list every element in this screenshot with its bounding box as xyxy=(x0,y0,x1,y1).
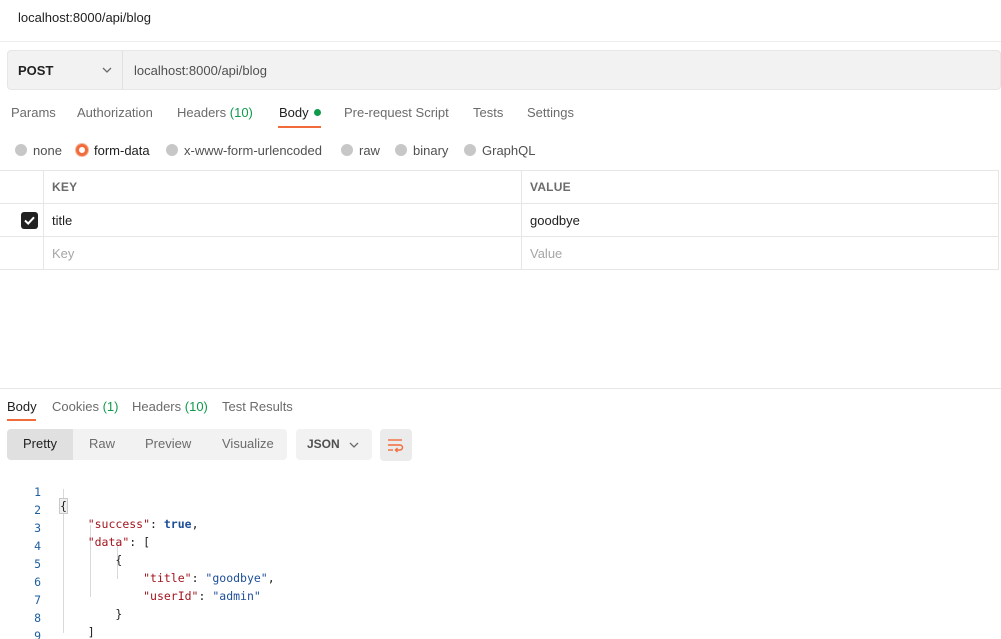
headers-count: (10) xyxy=(229,105,253,120)
method-label: POST xyxy=(18,63,54,78)
view-pretty-label: Pretty xyxy=(23,436,57,451)
chevron-down-icon xyxy=(102,67,112,73)
tab-authorization[interactable]: Authorization xyxy=(77,105,153,120)
code-line: 7 } xyxy=(0,579,600,621)
view-raw-button[interactable]: Raw xyxy=(73,429,129,460)
tab-settings[interactable]: Settings xyxy=(527,105,574,120)
tab-tests[interactable]: Tests xyxy=(473,105,503,120)
row-key: title xyxy=(52,213,73,228)
form-data-table: KEY VALUE title goodbye Key Value xyxy=(0,170,999,270)
value-placeholder: Value xyxy=(530,246,563,261)
format-label: JSON xyxy=(307,437,340,451)
view-preview-button[interactable]: Preview xyxy=(129,429,207,460)
radio-raw-label: raw xyxy=(359,143,380,158)
response-tab-headers[interactable]: Headers (10) xyxy=(132,399,208,414)
key-header-label: KEY xyxy=(52,180,78,194)
radio-graphql-label: GraphQL xyxy=(482,143,536,158)
body-type-radios: none form-data x-www-form-urlencoded raw… xyxy=(0,140,600,160)
view-visualize-button[interactable]: Visualize xyxy=(207,429,287,460)
table-row: title goodbye xyxy=(0,204,999,237)
radio-graphql[interactable]: GraphQL xyxy=(464,143,535,158)
radio-binary-label: binary xyxy=(413,143,449,158)
view-preview-label: Preview xyxy=(145,436,192,451)
tab-body-label: Body xyxy=(279,105,309,120)
checkbox-checked-icon[interactable] xyxy=(21,212,38,229)
window-title-bar: localhost:8000/api/blog xyxy=(0,0,1001,42)
response-tab-cookies[interactable]: Cookies (1) xyxy=(52,399,118,414)
line-number: 9 xyxy=(34,629,41,639)
format-select[interactable]: JSON xyxy=(296,429,372,460)
row-checkbox-cell xyxy=(0,204,44,237)
key-col-header: KEY xyxy=(44,171,522,204)
radio-none-label: none xyxy=(33,143,62,158)
wrap-lines-icon xyxy=(388,439,404,453)
tab-params[interactable]: Params xyxy=(11,105,56,120)
response-active-underline xyxy=(7,419,36,421)
key-placeholder: Key xyxy=(52,246,75,261)
view-mode-group: Pretty Raw Preview Visualize xyxy=(7,429,287,460)
radio-binary[interactable]: binary xyxy=(395,143,448,158)
checkbox-col-header xyxy=(0,171,44,204)
code-line: 4 { xyxy=(0,525,600,567)
url-input[interactable]: localhost:8000/api/blog xyxy=(134,63,267,78)
radio-raw[interactable]: raw xyxy=(341,143,380,158)
table-row-empty: Key Value xyxy=(0,237,999,270)
value-col-header: VALUE xyxy=(522,171,999,204)
value-cell[interactable]: goodbye xyxy=(522,204,999,237)
table-header-row: KEY VALUE xyxy=(0,171,999,204)
window-title: localhost:8000/api/blog xyxy=(18,10,151,25)
key-cell[interactable]: title xyxy=(44,204,522,237)
response-headers-count: (10) xyxy=(184,399,208,414)
radio-urlencoded-dot xyxy=(166,144,178,156)
view-raw-label: Raw xyxy=(89,436,116,451)
view-visualize-label: Visualize xyxy=(222,436,274,451)
radio-urlencoded-label: x-www-form-urlencoded xyxy=(184,143,322,158)
tab-headers[interactable]: Headers (10) xyxy=(177,105,253,120)
code-line: 8 ] xyxy=(0,597,600,639)
code-line: 9 } xyxy=(0,615,600,639)
key-input[interactable]: Key xyxy=(44,237,522,270)
radio-graphql-dot xyxy=(464,144,476,156)
radio-raw-dot xyxy=(341,144,353,156)
response-headers-label: Headers xyxy=(132,399,182,414)
radio-binary-dot xyxy=(395,144,407,156)
code-line: 1 { xyxy=(0,471,600,514)
response-tabs: Body Cookies (1) Headers (10) Test Resul… xyxy=(0,394,400,422)
view-pretty-button[interactable]: Pretty xyxy=(7,429,73,460)
code-line: 5 "title": "goodbye", xyxy=(0,543,600,585)
wrap-lines-button[interactable] xyxy=(380,429,412,461)
request-bar: POST localhost:8000/api/blog xyxy=(7,50,1001,90)
response-tab-test-results[interactable]: Test Results xyxy=(222,399,293,414)
cookies-count: (1) xyxy=(102,399,119,414)
method-select[interactable]: POST xyxy=(8,51,123,89)
body-indicator-dot xyxy=(313,109,321,116)
radio-form-data[interactable]: form-data xyxy=(76,143,150,158)
chevron-down-icon xyxy=(349,442,359,448)
code-line: 6 "userId": "admin" xyxy=(0,561,600,603)
value-input[interactable]: Value xyxy=(522,237,999,270)
radio-form-data-dot xyxy=(76,144,88,156)
radio-urlencoded[interactable]: x-www-form-urlencoded xyxy=(166,143,322,158)
radio-none[interactable]: none xyxy=(15,143,62,158)
response-divider[interactable] xyxy=(0,388,1001,389)
row-value: goodbye xyxy=(530,213,580,228)
empty-checkbox-cell xyxy=(0,237,44,270)
code-line: 2 "success": true, xyxy=(0,489,600,531)
radio-form-data-label: form-data xyxy=(94,143,150,158)
radio-none-dot xyxy=(15,144,27,156)
tab-body[interactable]: Body xyxy=(279,105,321,120)
value-header-label: VALUE xyxy=(530,180,571,194)
active-tab-underline xyxy=(278,126,321,128)
code-line: 3 "data": [ xyxy=(0,507,600,549)
cookies-label: Cookies xyxy=(52,399,99,414)
tab-headers-label: Headers xyxy=(177,105,227,120)
tab-pre-request-script[interactable]: Pre-request Script xyxy=(344,105,449,120)
response-tab-body[interactable]: Body xyxy=(7,399,37,414)
response-body-code[interactable]: 1 { 2 "success": true, 3 "data": [ 4 { 5… xyxy=(0,471,1001,639)
